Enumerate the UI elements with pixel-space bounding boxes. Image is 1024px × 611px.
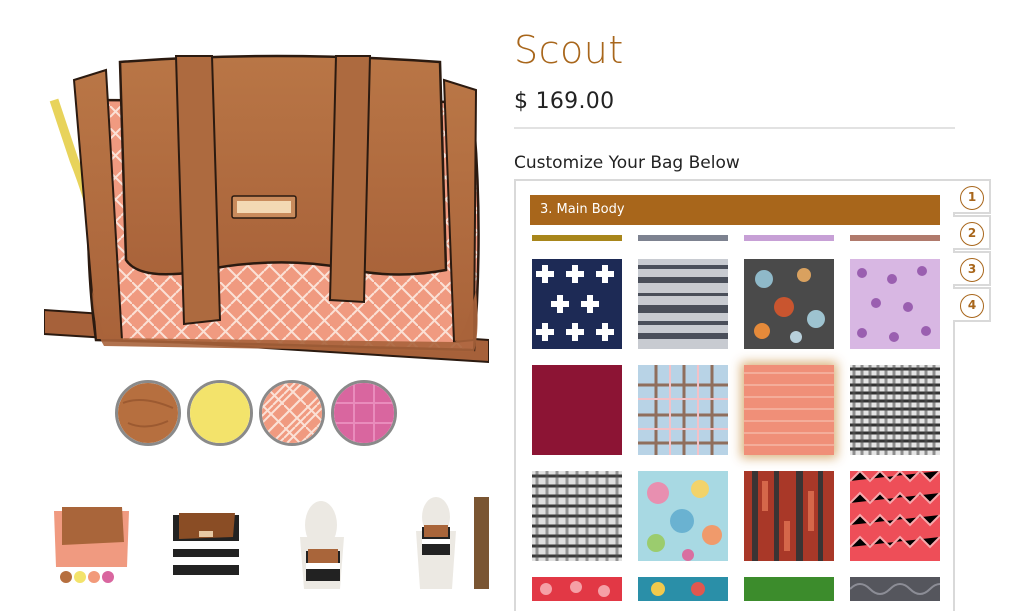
divider: [514, 127, 955, 129]
fabric-partial-1[interactable]: [532, 235, 622, 241]
swatch-yellow[interactable]: [187, 380, 253, 446]
fabric-dark-floral[interactable]: [744, 259, 834, 349]
step-tab-3[interactable]: 3: [953, 251, 991, 286]
fabric-red-floral[interactable]: [532, 577, 622, 601]
fabric-gray-stripe[interactable]: [638, 259, 728, 349]
step-number: 4: [960, 294, 984, 318]
fabric-grid: [530, 233, 942, 611]
fabric-rust-ikat[interactable]: [744, 471, 834, 561]
swatch-coral-herringbone[interactable]: [259, 380, 325, 446]
step-number: 2: [960, 222, 984, 246]
bag-preview: [44, 40, 489, 370]
fabric-blue-plaid[interactable]: [638, 365, 728, 455]
fabric-partial-3[interactable]: [744, 235, 834, 241]
current-step-header[interactable]: 3. Main Body: [530, 195, 940, 225]
fabric-coral-herringbone[interactable]: [744, 365, 834, 455]
fabric-partial-2[interactable]: [638, 235, 728, 241]
gallery-thumb-1[interactable]: [44, 497, 139, 589]
step-tab-1[interactable]: 1: [953, 179, 991, 214]
product-gallery: [44, 497, 489, 592]
fabric-lilac-print[interactable]: [850, 259, 940, 349]
fabric-red-herringbone[interactable]: [850, 471, 940, 561]
gallery-thumb-4[interactable]: [394, 497, 489, 589]
fabric-burgundy[interactable]: [532, 365, 622, 455]
product-price: $ 169.00: [514, 89, 615, 114]
fabric-teal-paisley[interactable]: [638, 577, 728, 601]
selected-swatches: [115, 380, 405, 448]
product-title: Scout: [514, 28, 624, 72]
fabric-aqua-floral[interactable]: [638, 471, 728, 561]
customizer-panel: 3. Main Body: [514, 179, 955, 611]
gallery-thumb-2[interactable]: [159, 497, 254, 589]
fabric-black-gingham-2[interactable]: [532, 471, 622, 561]
gallery-thumb-3[interactable]: [274, 497, 369, 589]
step-number: 1: [960, 186, 984, 210]
step-number: 3: [960, 258, 984, 282]
customize-heading: Customize Your Bag Below: [514, 153, 740, 173]
step-tab-2[interactable]: 2: [953, 215, 991, 250]
fabric-gray-lace[interactable]: [850, 577, 940, 601]
fabric-partial-4[interactable]: [850, 235, 940, 241]
fabric-black-gingham[interactable]: [850, 365, 940, 455]
fabric-navy-swiss-cross[interactable]: [532, 259, 622, 349]
fabric-green[interactable]: [744, 577, 834, 601]
swatch-pink-plaid[interactable]: [331, 380, 397, 446]
swatch-leather[interactable]: [115, 380, 181, 446]
step-tab-4[interactable]: 4: [953, 287, 991, 322]
